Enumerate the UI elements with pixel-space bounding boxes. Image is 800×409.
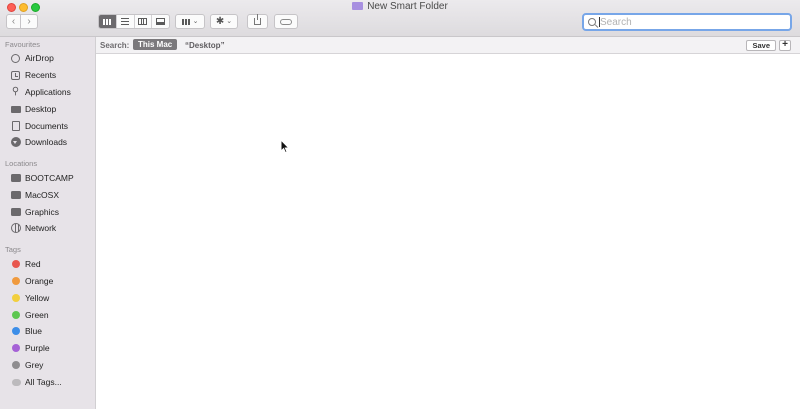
recents-icon (11, 70, 20, 80)
yellow-tag-dot-icon (12, 294, 20, 302)
airdrop-icon (11, 53, 20, 63)
edit-tags-button[interactable] (274, 14, 298, 29)
list-view-button[interactable] (117, 15, 135, 28)
search-scope-bar: Search: This Mac “Desktop” Save + (96, 37, 800, 54)
sidebar-item-downloads[interactable]: Downloads (10, 135, 94, 149)
sidebar-item-label: Green (25, 310, 49, 320)
green-tag-dot-icon (12, 311, 20, 319)
icon-view-icon (103, 18, 112, 25)
sidebar-item-label: Yellow (25, 293, 50, 303)
share-button[interactable] (247, 14, 268, 29)
gallery-view-button[interactable] (152, 15, 169, 28)
purple-tag-dot-icon (12, 344, 20, 352)
sidebar-item-desktop[interactable]: Desktop (10, 102, 94, 116)
desktop-icon (10, 105, 21, 113)
all-tags-icon (12, 378, 21, 386)
forward-button[interactable]: › (21, 14, 38, 29)
grey-tag-dot-icon (12, 361, 20, 369)
sidebar-item-label: Recents (25, 70, 57, 80)
sidebar-item-label: Documents (25, 121, 68, 131)
sidebar-item-label: Purple (25, 343, 50, 353)
sidebar-item-label: All Tags... (25, 377, 62, 387)
sidebar-tag-yellow[interactable]: Yellow (10, 291, 94, 305)
sidebar-item-recents[interactable]: Recents (10, 68, 94, 82)
red-tag-dot-icon (12, 260, 20, 268)
sidebar-item-label: Blue (25, 326, 43, 336)
chevron-left-icon: ‹ (11, 15, 16, 27)
sidebar-tag-red[interactable]: Red (10, 257, 94, 271)
smart-folder-icon (352, 2, 364, 10)
sidebar-item-label: Graphics (25, 207, 60, 217)
sidebar-item-label: Network (25, 223, 57, 233)
tags-heading: Tags (5, 245, 21, 254)
sidebar-tag-grey[interactable]: Grey (10, 358, 94, 372)
sidebar-item-label: AirDrop (25, 53, 54, 63)
disk-icon (10, 191, 21, 199)
action-menu-button[interactable]: ✱ ⌄ (210, 14, 238, 29)
network-icon (10, 223, 21, 233)
tag-icon (280, 18, 292, 25)
window-title-bar: New Smart Folder (0, 1, 800, 12)
sidebar-item-macosx[interactable]: MacOSX (10, 188, 94, 202)
sidebar-tag-blue[interactable]: Blue (10, 324, 94, 338)
sidebar-item-label: Grey (25, 360, 44, 370)
sidebar-item-label: Red (25, 259, 41, 269)
chevron-down-icon: ⌄ (192, 18, 199, 25)
sidebar-item-applications[interactable]: ⚲ Applications (10, 85, 94, 99)
sidebar-item-label: Orange (25, 276, 54, 286)
scope-desktop-button[interactable]: “Desktop” (185, 41, 225, 50)
chevron-down-icon: ⌄ (226, 18, 233, 25)
search-field[interactable] (582, 13, 792, 31)
sidebar-tag-purple[interactable]: Purple (10, 341, 94, 355)
sidebar-item-label: MacOSX (25, 190, 60, 200)
share-icon (254, 14, 261, 25)
chevron-right-icon: › (27, 15, 31, 27)
search-icon (588, 18, 596, 26)
orange-tag-dot-icon (12, 277, 20, 285)
gear-icon: ✱ (215, 15, 225, 27)
sidebar-item-label: Desktop (25, 104, 57, 114)
favourites-heading: Favourites (5, 40, 41, 49)
search-input[interactable] (600, 15, 780, 29)
sidebar-item-bootcamp[interactable]: BOOTCAMP (10, 171, 94, 185)
sidebar-item-documents[interactable]: Documents (10, 119, 94, 133)
disk-icon (10, 208, 21, 216)
locations-heading: Locations (5, 159, 38, 168)
blue-tag-dot-icon (12, 327, 20, 335)
sidebar-item-label: Downloads (25, 137, 68, 147)
group-icon (181, 18, 190, 25)
sidebar-item-network[interactable]: Network (10, 221, 94, 235)
group-by-button[interactable]: ⌄ (175, 14, 205, 29)
sidebar-item-graphics[interactable]: Graphics (10, 205, 94, 219)
finder-window: New Smart Folder ‹ › ⌄ ✱ ⌄ Search Favour… (0, 0, 800, 409)
scope-this-mac-button[interactable]: This Mac (133, 39, 178, 50)
documents-icon (11, 121, 20, 131)
sidebar: Favourites AirDrop Recents ⚲ Application… (0, 37, 96, 409)
downloads-icon (10, 137, 21, 147)
save-search-button[interactable]: Save (746, 40, 776, 51)
mouse-pointer-icon (280, 138, 290, 159)
column-view-icon (138, 18, 148, 25)
icon-view-button[interactable] (99, 15, 117, 28)
toolbar: New Smart Folder ‹ › ⌄ ✱ ⌄ (0, 0, 800, 37)
sidebar-item-label: Applications (25, 87, 71, 97)
disk-icon (10, 174, 21, 182)
add-criteria-button[interactable]: + (779, 40, 791, 51)
sidebar-tag-orange[interactable]: Orange (10, 274, 94, 288)
sidebar-item-airdrop[interactable]: AirDrop (10, 51, 94, 65)
sidebar-all-tags[interactable]: All Tags... (10, 375, 94, 389)
sidebar-tag-green[interactable]: Green (10, 308, 94, 322)
gallery-view-icon (156, 18, 166, 25)
results-area[interactable] (96, 54, 800, 409)
view-mode-selector (98, 14, 170, 29)
back-button[interactable]: ‹ (6, 14, 21, 29)
applications-icon: ⚲ (11, 86, 20, 97)
window-title: New Smart Folder (367, 1, 448, 12)
search-scope-label: Search: (100, 41, 130, 50)
list-view-icon (121, 18, 130, 25)
sidebar-item-label: BOOTCAMP (25, 173, 74, 183)
column-view-button[interactable] (135, 15, 153, 28)
